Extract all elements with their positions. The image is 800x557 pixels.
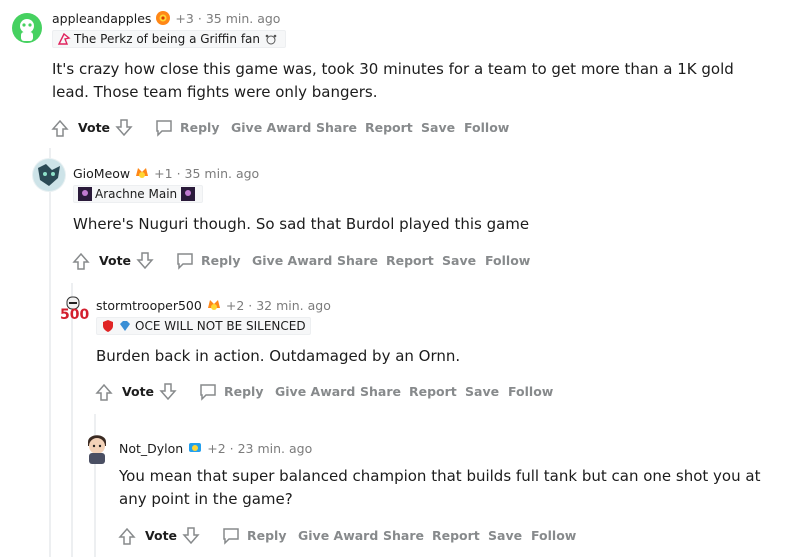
user-flair: The Perkz of being a Griffin fan bbox=[52, 30, 287, 48]
follow-button[interactable]: Follow bbox=[531, 524, 576, 548]
report-button[interactable]: Report bbox=[386, 249, 434, 273]
upvote-icon[interactable] bbox=[94, 382, 114, 402]
comment-actions: Vote Reply Give Award Share Report Save … bbox=[94, 380, 654, 404]
downvote-icon[interactable] bbox=[181, 526, 201, 546]
comment-actions: Vote Reply Give Award Share Report Save … bbox=[50, 116, 610, 140]
comment-header: appleandapples +3 · 35 min. ago bbox=[52, 10, 280, 26]
give-award-button[interactable]: Give Award bbox=[252, 249, 332, 273]
upvote-icon[interactable] bbox=[50, 118, 70, 138]
comment-header: GioMeow +1 · 35 min. ago bbox=[73, 165, 259, 181]
award-icon bbox=[187, 440, 203, 456]
flair-text: OCE WILL NOT BE SILENCED bbox=[135, 319, 306, 333]
save-button[interactable]: Save bbox=[488, 524, 522, 548]
arachne-icon bbox=[78, 187, 92, 201]
shield-icon bbox=[101, 319, 115, 333]
avatar[interactable] bbox=[12, 13, 42, 43]
reply-button[interactable]: Reply bbox=[154, 116, 219, 140]
share-button[interactable]: Share bbox=[383, 524, 424, 548]
upvote-icon[interactable] bbox=[71, 251, 91, 271]
reply-button[interactable]: Reply bbox=[198, 380, 263, 404]
comment-actions: Vote Reply Give Award Share Report Save … bbox=[71, 249, 631, 273]
avatar[interactable] bbox=[80, 428, 114, 464]
vote-label: Vote bbox=[99, 253, 132, 268]
comment-bubble-icon bbox=[154, 117, 174, 137]
diamond-icon bbox=[118, 319, 132, 333]
award-icon bbox=[206, 297, 222, 313]
comment-header: stormtrooper500 +2 · 32 min. ago bbox=[96, 297, 331, 313]
reply-button[interactable]: Reply bbox=[175, 249, 240, 273]
award-icon bbox=[134, 165, 150, 181]
username[interactable]: GioMeow bbox=[73, 166, 130, 181]
comment-body: It's crazy how close this game was, took… bbox=[52, 60, 734, 101]
username[interactable]: stormtrooper500 bbox=[96, 298, 202, 313]
timestamp[interactable]: 35 min. ago bbox=[206, 11, 281, 26]
comment-bubble-icon bbox=[221, 525, 241, 545]
avatar[interactable] bbox=[32, 158, 66, 192]
avatar[interactable]: 500 bbox=[58, 296, 90, 326]
comment-body: You mean that super balanced champion th… bbox=[119, 467, 761, 508]
separator: · bbox=[229, 441, 234, 456]
flair-text: The Perkz of being a Griffin fan bbox=[74, 32, 261, 46]
save-button[interactable]: Save bbox=[421, 116, 455, 140]
separator: · bbox=[248, 298, 253, 313]
timestamp[interactable]: 32 min. ago bbox=[256, 298, 331, 313]
points: +1 bbox=[154, 166, 173, 181]
points: +2 bbox=[225, 298, 245, 313]
downvote-icon[interactable] bbox=[135, 251, 155, 271]
comment-bubble-icon bbox=[175, 250, 195, 270]
arachne-icon bbox=[181, 187, 196, 201]
report-button[interactable]: Report bbox=[365, 116, 413, 140]
report-button[interactable]: Report bbox=[432, 524, 480, 548]
comment-body: Where's Nuguri though. So sad that Burdo… bbox=[73, 215, 530, 233]
flower-award-icon bbox=[155, 10, 171, 26]
comment-actions: Vote Reply Give Award Share Report Save … bbox=[117, 524, 677, 548]
share-button[interactable]: Share bbox=[360, 380, 401, 404]
separator: · bbox=[176, 166, 181, 181]
follow-button[interactable]: Follow bbox=[464, 116, 509, 140]
downvote-icon[interactable] bbox=[114, 118, 134, 138]
save-button[interactable]: Save bbox=[442, 249, 476, 273]
thread-line[interactable] bbox=[49, 148, 51, 557]
flair-text: Arachne Main bbox=[95, 187, 178, 201]
follow-button[interactable]: Follow bbox=[508, 380, 553, 404]
give-award-button[interactable]: Give Award bbox=[298, 524, 378, 548]
username[interactable]: appleandapples bbox=[52, 11, 151, 26]
vote-label: Vote bbox=[145, 528, 178, 543]
comment-bubble-icon bbox=[198, 381, 218, 401]
paw-icon bbox=[264, 32, 278, 46]
report-button[interactable]: Report bbox=[409, 380, 457, 404]
comment-body: Burden back in action. Outdamaged by an … bbox=[96, 347, 461, 365]
upvote-icon[interactable] bbox=[117, 526, 137, 546]
user-flair: OCE WILL NOT BE SILENCED bbox=[96, 317, 311, 335]
reply-button[interactable]: Reply bbox=[221, 524, 286, 548]
vote-label: Vote bbox=[78, 120, 111, 135]
comment-header: Not_Dylon +2 · 23 min. ago bbox=[119, 440, 312, 456]
user-flair: Arachne Main bbox=[73, 185, 204, 203]
save-button[interactable]: Save bbox=[465, 380, 499, 404]
downvote-icon[interactable] bbox=[158, 382, 178, 402]
vote-label: Vote bbox=[122, 384, 155, 399]
points: +3 bbox=[175, 11, 194, 26]
share-button[interactable]: Share bbox=[316, 116, 357, 140]
give-award-button[interactable]: Give Award bbox=[231, 116, 311, 140]
username[interactable]: Not_Dylon bbox=[119, 441, 183, 456]
share-button[interactable]: Share bbox=[337, 249, 378, 273]
timestamp[interactable]: 23 min. ago bbox=[238, 441, 313, 456]
separator: · bbox=[197, 11, 202, 26]
give-award-button[interactable]: Give Award bbox=[275, 380, 355, 404]
follow-button[interactable]: Follow bbox=[485, 249, 530, 273]
timestamp[interactable]: 35 min. ago bbox=[185, 166, 260, 181]
points: +2 bbox=[207, 441, 226, 456]
avatar-text: 500 bbox=[60, 307, 90, 323]
griffin-icon bbox=[57, 32, 71, 46]
